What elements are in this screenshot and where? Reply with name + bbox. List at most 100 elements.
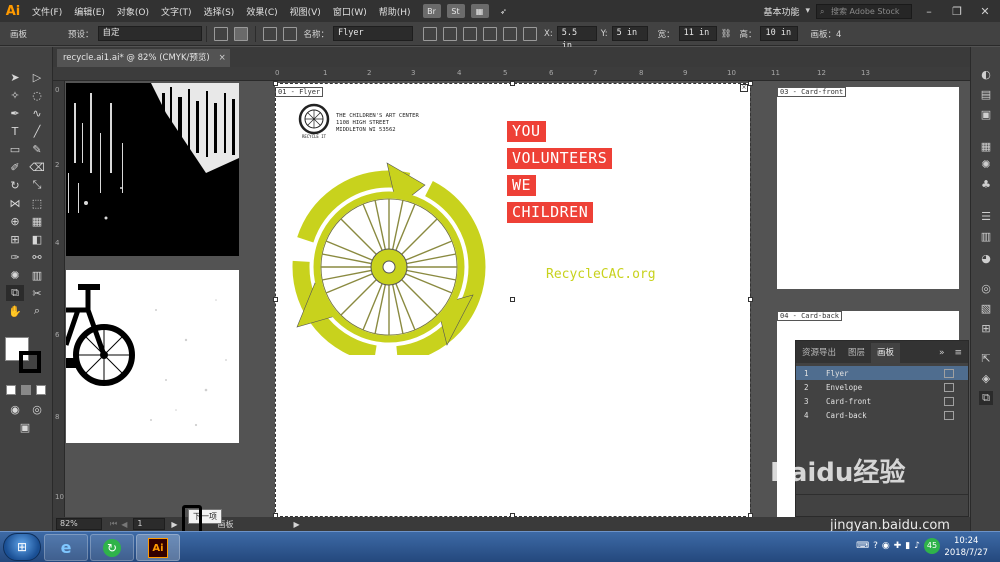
resize-handle[interactable] [748, 81, 753, 86]
stock-search-input[interactable]: ⌕ 搜索 Adobe Stock [816, 3, 912, 19]
scale-tool-icon[interactable]: ⤡ [28, 177, 46, 193]
bridge-button[interactable]: Br [422, 4, 441, 18]
color-panel-icon[interactable]: ◐ [979, 67, 993, 81]
stock-button[interactable]: St [446, 4, 465, 18]
antivirus-icon[interactable]: ◉ [882, 541, 890, 551]
menu-edit[interactable]: 编辑(E) [68, 5, 111, 18]
security-icon[interactable]: ✚ [894, 541, 902, 551]
show-video-safe-icon[interactable] [483, 26, 498, 41]
volume-icon[interactable]: ♪ [914, 541, 920, 551]
link-icon[interactable]: ⛓ [717, 29, 736, 39]
refresh-app-icon[interactable]: ↻ [90, 534, 134, 561]
artboard-options-icon[interactable] [944, 382, 954, 392]
mesh-tool-icon[interactable]: ⊞ [6, 231, 24, 247]
transparency-icon[interactable]: ◕ [979, 251, 993, 265]
artboard-options-icon[interactable] [503, 26, 518, 41]
pen-tool-icon[interactable]: ✒ [6, 105, 24, 121]
free-transform-tool-icon[interactable]: ⬚ [28, 195, 46, 211]
line-tool-icon[interactable]: ╱ [28, 123, 46, 139]
eraser-tool-icon[interactable]: ⌫ [28, 159, 46, 175]
none-mode-icon[interactable] [36, 385, 46, 395]
direct-selection-tool-icon[interactable]: ▷ [28, 69, 46, 85]
menu-type[interactable]: 文字(T) [155, 5, 198, 18]
artboard-close-icon[interactable]: × [740, 84, 748, 92]
align-icon[interactable]: ⊞ [979, 321, 993, 335]
keyboard-icon[interactable]: ⌨ [856, 541, 869, 551]
slice-tool-icon[interactable]: ✂ [28, 285, 46, 301]
artboard-card-front[interactable]: 03 - Card-front [777, 87, 959, 289]
selection-tool-icon[interactable]: ➤ [6, 69, 24, 85]
portrait-icon[interactable] [213, 26, 228, 41]
color-guide-icon[interactable]: ▤ [979, 87, 993, 101]
curvature-tool-icon[interactable]: ∿ [28, 105, 46, 121]
cc-libraries-icon[interactable]: ▣ [979, 107, 993, 121]
artboard-label[interactable]: 03 - Card-front [777, 87, 847, 97]
rectangle-tool-icon[interactable]: ▭ [6, 141, 24, 157]
artboard-options-icon[interactable] [944, 396, 954, 406]
new-artboard-icon[interactable] [262, 26, 277, 41]
panel-menu-icon[interactable]: ≡ [948, 343, 968, 363]
next-artboard-icon[interactable]: ▶ [171, 520, 177, 529]
eyedropper-tool-icon[interactable]: ✑ [6, 249, 24, 265]
artboard-number-field[interactable]: 1 [133, 518, 166, 530]
close-button[interactable]: ✕ [974, 2, 996, 20]
help-icon[interactable]: ? [873, 541, 878, 551]
reference-point-icon[interactable] [523, 26, 538, 41]
artboard-options-icon[interactable] [944, 368, 954, 378]
brushes-icon[interactable]: ✺ [979, 157, 993, 171]
illustrator-task-icon[interactable]: Ai [136, 534, 180, 561]
layers-icon[interactable]: ◈ [979, 371, 993, 385]
tab-asset-export[interactable]: 资源导出 [796, 343, 842, 363]
menu-select[interactable]: 选择(S) [198, 5, 241, 18]
artboard-tool-icon[interactable]: ⧉ [6, 285, 24, 301]
show-cross-hairs-icon[interactable] [463, 26, 478, 41]
artboard-name-input[interactable]: Flyer [333, 26, 414, 41]
x-input[interactable]: 5.5 in [556, 26, 597, 51]
stroke-icon[interactable]: ☰ [979, 209, 993, 223]
minimize-button[interactable]: – [918, 2, 940, 20]
panel-collapse-icon[interactable]: » [935, 343, 949, 363]
draw-normal-icon[interactable]: ◉ [6, 401, 24, 417]
width-input[interactable]: 11 in [678, 26, 717, 41]
tab-layers[interactable]: 图层 [842, 343, 871, 363]
resize-handle[interactable] [748, 297, 753, 302]
arrange-documents-icon[interactable]: ▦ [470, 4, 489, 18]
menu-help[interactable]: 帮助(H) [373, 5, 417, 18]
zoom-select[interactable]: 82% [56, 518, 102, 530]
column-graph-tool-icon[interactable]: ▥ [28, 267, 46, 283]
color-mode-icon[interactable] [6, 385, 16, 395]
menu-effect[interactable]: 效果(C) [240, 5, 283, 18]
clock[interactable]: 10:24 2018/7/27 [944, 535, 988, 559]
restore-button[interactable]: ❐ [946, 2, 968, 20]
rotate-tool-icon[interactable]: ↻ [6, 177, 24, 193]
y-input[interactable]: 5 in [611, 26, 648, 41]
list-item[interactable]: 3 Card-front [796, 394, 968, 408]
menu-file[interactable]: 文件(F) [26, 5, 68, 18]
tab-artboards[interactable]: 画板 [871, 343, 901, 363]
hand-tool-icon[interactable]: ✋ [6, 303, 24, 319]
draw-behind-icon[interactable]: ◎ [28, 401, 46, 417]
preset-select[interactable]: 自定 [97, 26, 202, 41]
zoom-tool-icon[interactable]: ⌕ [28, 303, 46, 319]
close-tab-icon[interactable]: × [219, 49, 226, 67]
gradient-tool-icon[interactable]: ◧ [28, 231, 46, 247]
list-item[interactable]: 4 Card-back [796, 408, 968, 422]
magic-wand-tool-icon[interactable]: ✧ [6, 87, 24, 103]
resize-handle[interactable] [510, 81, 515, 86]
swatches-icon[interactable]: ▦ [979, 139, 993, 153]
gradient-mode-icon[interactable] [21, 385, 31, 395]
first-artboard-icon[interactable]: ⏮ [110, 519, 117, 529]
workspace-switcher[interactable]: 基本功能 [763, 5, 799, 18]
list-item[interactable]: 1 Flyer [796, 366, 968, 380]
tray-badge[interactable]: 45 [924, 538, 940, 554]
show-center-mark-icon[interactable] [443, 26, 458, 41]
horizontal-ruler[interactable]: 0 1 2 3 4 5 6 7 8 9 10 11 12 13 [53, 67, 970, 81]
perspective-grid-tool-icon[interactable]: ▦ [28, 213, 46, 229]
screen-mode-icon[interactable]: ▣ [16, 419, 34, 435]
artboards-icon[interactable]: ⧉ [979, 391, 993, 405]
artboard-label[interactable]: 04 - Card-back [777, 311, 843, 321]
width-tool-icon[interactable]: ⋈ [6, 195, 24, 211]
start-button[interactable]: ⊞ [3, 533, 41, 561]
document-tab[interactable]: recycle.ai1.ai* @ 82% (CMYK/预览) × [57, 49, 230, 67]
symbol-sprayer-tool-icon[interactable]: ✺ [6, 267, 24, 283]
